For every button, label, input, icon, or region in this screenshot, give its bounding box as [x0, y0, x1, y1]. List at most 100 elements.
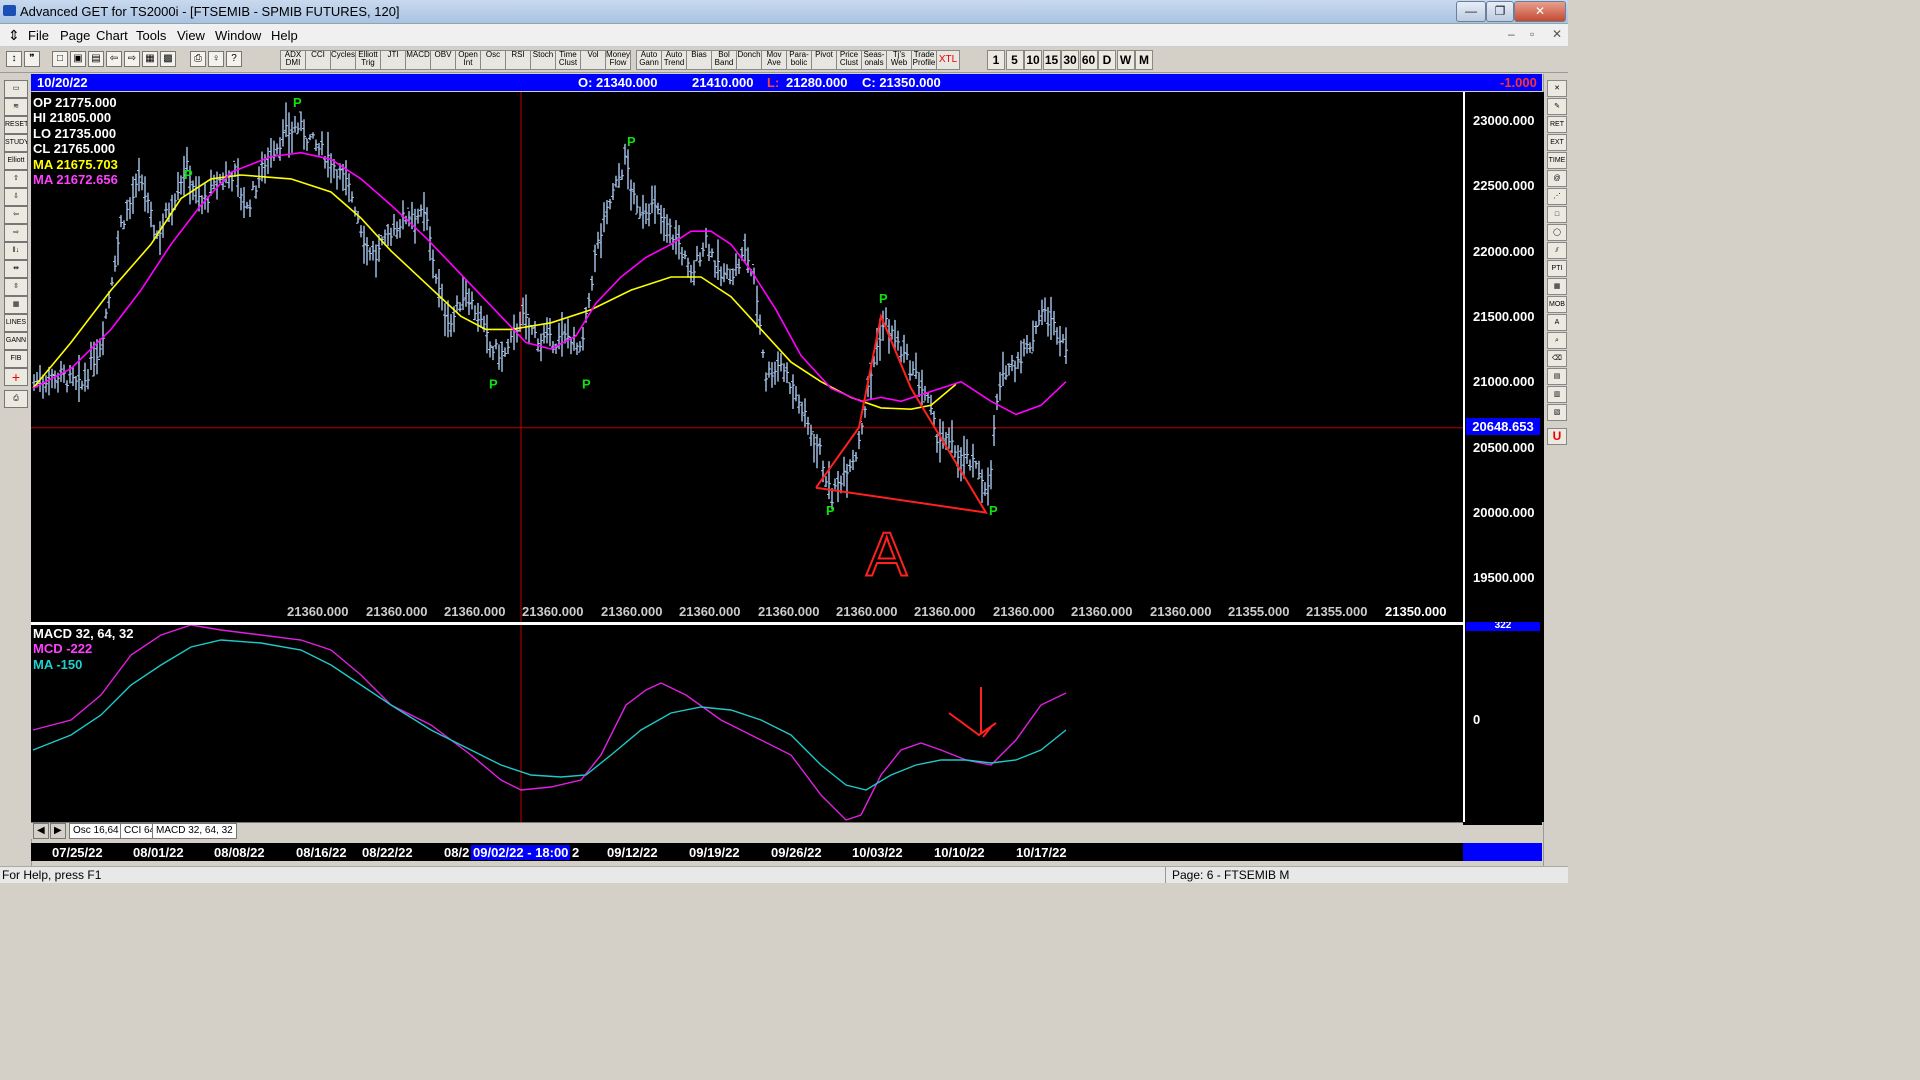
wave-icon[interactable]: ≋: [4, 98, 28, 116]
period-button-30[interactable]: 30: [1061, 50, 1079, 70]
compress-icon[interactable]: ⇳: [4, 278, 28, 296]
mob-icon[interactable]: MOB: [1547, 296, 1567, 313]
study-button-seas-onals[interactable]: Seas- onals: [861, 50, 887, 70]
elliott-icon[interactable]: Elliott: [4, 152, 28, 170]
open-icon[interactable]: ▭: [4, 80, 28, 98]
text-tool-icon[interactable]: A: [1547, 314, 1567, 331]
book-icon[interactable]: ▥: [1547, 386, 1567, 403]
box-icon[interactable]: □: [1547, 206, 1567, 223]
period-button-w[interactable]: W: [1116, 50, 1135, 70]
copy-page-icon[interactable]: ▣: [70, 51, 86, 67]
save-icon[interactable]: ▤: [88, 51, 104, 67]
close-button[interactable]: ✕: [1514, 1, 1566, 22]
study-button-open-int[interactable]: Open Int: [455, 50, 481, 70]
study-button-price-clust[interactable]: Price Clust: [836, 50, 862, 70]
study-button-auto-gann[interactable]: Auto Gann: [636, 50, 662, 70]
study-button-elliott-trig[interactable]: Elliott Trig: [355, 50, 381, 70]
fib-ret-icon[interactable]: RET: [1547, 116, 1567, 133]
menu-chart[interactable]: Chart: [96, 28, 128, 43]
menu-view[interactable]: View: [177, 28, 205, 43]
grid-icon[interactable]: ▩: [160, 51, 176, 67]
menu-window[interactable]: Window: [215, 28, 261, 43]
child-close-button[interactable]: ✕: [1552, 27, 1562, 41]
minimize-button[interactable]: —: [1456, 1, 1486, 22]
period-button-60[interactable]: 60: [1079, 50, 1098, 70]
study-button-money-flow[interactable]: Money Flow: [605, 50, 631, 70]
child-maximize-button[interactable]: ▫: [1530, 27, 1534, 41]
calc-icon[interactable]: ▤: [1547, 368, 1567, 385]
child-minimize-button[interactable]: –: [1508, 27, 1515, 41]
quote-icon[interactable]: ❞: [24, 51, 40, 67]
menu-page[interactable]: Page: [60, 28, 90, 43]
study-button-pivot[interactable]: Pivot: [811, 50, 837, 70]
study-icon[interactable]: STUDY: [4, 134, 28, 152]
period-button-m[interactable]: M: [1135, 50, 1153, 70]
lightbulb-icon[interactable]: ♀: [208, 51, 224, 67]
print-icon[interactable]: ⎙: [4, 390, 28, 408]
undo-u-icon[interactable]: U: [1547, 428, 1567, 445]
fib-icon[interactable]: FIB: [4, 350, 28, 368]
new-page-icon[interactable]: □: [52, 51, 68, 67]
fib-ext-icon[interactable]: EXT: [1547, 134, 1567, 151]
bars-icon[interactable]: ‖↓: [4, 242, 28, 260]
menu-help[interactable]: Help: [271, 28, 298, 43]
channel-icon[interactable]: ⫽: [1547, 242, 1567, 259]
back-icon[interactable]: ⇦: [106, 51, 122, 67]
study-button-macd[interactable]: MACD: [405, 50, 431, 70]
arrow-up-icon[interactable]: ⇧: [4, 170, 28, 188]
study-button-tj-s-web[interactable]: Tj's Web: [886, 50, 912, 70]
forward-icon[interactable]: ⇨: [124, 51, 140, 67]
study-button-donch[interactable]: Donch: [736, 50, 762, 70]
close-tool-icon[interactable]: ✕: [1547, 80, 1567, 97]
arrow-down-icon[interactable]: ⇩: [4, 188, 28, 206]
zoom-icon[interactable]: ⌕: [1547, 332, 1567, 349]
study-button-xtl[interactable]: XTL: [936, 50, 960, 70]
study-button-time-clust[interactable]: Time Clust: [555, 50, 581, 70]
menu-tools[interactable]: Tools: [136, 28, 166, 43]
study-button-adx-dmi[interactable]: ADX DMI: [280, 50, 306, 70]
maximize-button[interactable]: ❐: [1486, 1, 1514, 22]
pencil-icon[interactable]: ✎: [1547, 98, 1567, 115]
period-button-15[interactable]: 15: [1042, 50, 1061, 70]
study-button-auto-trend[interactable]: Auto Trend: [661, 50, 687, 70]
study-button-osc[interactable]: Osc: [480, 50, 506, 70]
tab-prev-button[interactable]: ◀: [33, 823, 49, 839]
expand-icon[interactable]: ⇹: [4, 260, 28, 278]
grid-tool-icon[interactable]: ▦: [1547, 278, 1567, 295]
study-button-obv[interactable]: OBV: [430, 50, 456, 70]
period-button-5[interactable]: 5: [1005, 50, 1024, 70]
menu-file[interactable]: File: [28, 28, 49, 43]
tab-next-button[interactable]: ▶: [50, 823, 66, 839]
study-button-rsi[interactable]: RSI: [505, 50, 531, 70]
study-button-cycles[interactable]: Cycles: [330, 50, 356, 70]
study-button-bol-band[interactable]: Bol Band: [711, 50, 737, 70]
period-button-10[interactable]: 10: [1024, 50, 1042, 70]
fan-icon[interactable]: ⋰: [1547, 188, 1567, 205]
fib-time-icon[interactable]: TIME: [1547, 152, 1567, 169]
study-button-bias[interactable]: Bias: [686, 50, 712, 70]
study-button-jti[interactable]: JTI: [380, 50, 406, 70]
pti-icon[interactable]: PTI: [1547, 260, 1567, 277]
eraser-icon[interactable]: ⌫: [1547, 350, 1567, 367]
table-icon[interactable]: ▦: [4, 296, 28, 314]
cursor-icon[interactable]: ↕: [6, 51, 22, 67]
period-button-d[interactable]: D: [1098, 50, 1116, 70]
arrow-left-icon[interactable]: ⇦: [4, 206, 28, 224]
study-button-cci[interactable]: CCI: [305, 50, 331, 70]
tab-macd[interactable]: MACD 32, 64, 32: [152, 823, 237, 839]
study-button-vol[interactable]: Vol: [580, 50, 606, 70]
spiral-icon[interactable]: @: [1547, 170, 1567, 187]
tile-icon[interactable]: ▦: [142, 51, 158, 67]
study-button-stoch[interactable]: Stoch: [530, 50, 556, 70]
study-button-mov-ave[interactable]: Mov Ave: [761, 50, 787, 70]
reset-icon[interactable]: RESET: [4, 116, 28, 134]
print-icon[interactable]: ⎙: [190, 51, 206, 67]
ellipse-icon[interactable]: ◯: [1547, 224, 1567, 241]
study-button-para-bolic[interactable]: Para- bolic: [786, 50, 812, 70]
crosshair-icon[interactable]: +: [4, 368, 28, 386]
clipboard-icon[interactable]: ▧: [1547, 404, 1567, 421]
context-help-icon[interactable]: ?: [226, 51, 242, 67]
lines-icon[interactable]: LINES: [4, 314, 28, 332]
study-button-trade-profile[interactable]: Trade Profile: [911, 50, 937, 70]
gann-icon[interactable]: GANN: [4, 332, 28, 350]
